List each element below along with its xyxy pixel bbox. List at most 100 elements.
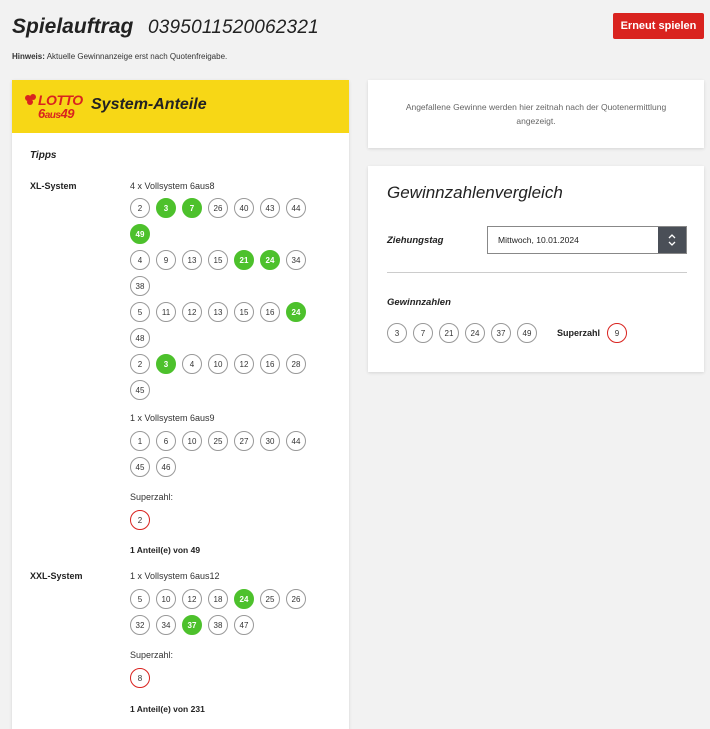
number-ball: 25 xyxy=(260,589,280,609)
xl-system-desc-6aus9: 1 x Vollsystem 6aus9 xyxy=(130,413,215,423)
number-ball: 24 xyxy=(286,302,306,322)
number-ball: 3 xyxy=(156,198,176,218)
number-ball: 30 xyxy=(260,431,280,451)
number-ball: 21 xyxy=(234,250,254,270)
number-ball: 13 xyxy=(182,250,202,270)
number-ball: 47 xyxy=(234,615,254,635)
select-arrows-icon[interactable] xyxy=(658,227,686,253)
number-ball: 38 xyxy=(130,276,150,296)
number-ball: 44 xyxy=(286,431,306,451)
number-ball: 44 xyxy=(286,198,306,218)
winning-numbers-label: Gewinnzahlen xyxy=(387,297,451,308)
number-ball: 12 xyxy=(182,589,202,609)
number-ball: 5 xyxy=(130,589,150,609)
number-ball: 43 xyxy=(260,198,280,218)
winning-numbers-compare-card: Gewinnzahlenvergleich Ziehungstag Mittwo… xyxy=(368,166,704,372)
number-ball: 12 xyxy=(182,302,202,322)
xl-system-desc-6aus8: 4 x Vollsystem 6aus8 xyxy=(130,181,215,191)
number-ball: 11 xyxy=(156,302,176,322)
card-title: System-Anteile xyxy=(91,96,207,113)
number-ball: 3 xyxy=(156,354,176,374)
number-ball: 10 xyxy=(182,431,202,451)
number-ball: 18 xyxy=(208,589,228,609)
number-ball: 2 xyxy=(130,198,150,218)
logo-aus: aus xyxy=(44,110,61,121)
number-ball: 7 xyxy=(413,323,433,343)
number-ball: 16 xyxy=(260,302,280,322)
number-ball: 15 xyxy=(208,250,228,270)
xxl-superzahl-ball: 8 xyxy=(130,668,150,688)
order-number: 0395011520062321 xyxy=(148,17,319,38)
number-ball: 26 xyxy=(208,198,228,218)
number-ball: 26 xyxy=(286,589,306,609)
info-card: Angefallene Gewinne werden hier zeitnah … xyxy=(368,80,704,148)
number-ball: 16 xyxy=(260,354,280,374)
number-ball: 32 xyxy=(130,615,150,635)
number-ball: 40 xyxy=(234,198,254,218)
page-header: Spielauftrag 0395011520062321 Erneut spi… xyxy=(0,0,710,75)
number-ball: 49 xyxy=(130,224,150,244)
number-ball: 24 xyxy=(465,323,485,343)
logo-six: 6 xyxy=(38,106,45,121)
number-ball: 2 xyxy=(130,354,150,374)
number-ball: 13 xyxy=(208,302,228,322)
xxl-superzahl-label: Superzahl: xyxy=(130,650,174,660)
xl-superzahl-ball: 2 xyxy=(130,510,150,530)
number-ball: 24 xyxy=(260,250,280,270)
number-ball: 28 xyxy=(286,354,306,374)
sixaus-word: 6aus49 xyxy=(38,106,74,121)
number-ball: 38 xyxy=(208,615,228,635)
number-ball: 49 xyxy=(517,323,537,343)
replay-button[interactable]: Erneut spielen xyxy=(613,13,704,39)
number-ball: 15 xyxy=(234,302,254,322)
draw-day-value: Mittwoch, 10.01.2024 xyxy=(498,235,579,245)
number-ball: 5 xyxy=(130,302,150,322)
chevron-up-down-icon xyxy=(668,234,676,246)
number-ball: 25 xyxy=(208,431,228,451)
divider xyxy=(387,272,687,273)
xl-share-count: 1 Anteil(e) von 49 xyxy=(130,545,201,555)
xxl-system-desc: 1 x Vollsystem 6aus12 xyxy=(130,571,220,581)
number-ball: 37 xyxy=(491,323,511,343)
number-ball: 37 xyxy=(182,615,202,635)
xl-superzahl-label: Superzahl: xyxy=(130,492,174,502)
number-ball: 24 xyxy=(234,589,254,609)
number-ball: 48 xyxy=(130,328,150,348)
number-ball: 9 xyxy=(156,250,176,270)
draw-day-select[interactable]: Mittwoch, 10.01.2024 xyxy=(487,226,687,254)
number-ball: 21 xyxy=(439,323,459,343)
number-ball: 3 xyxy=(387,323,407,343)
system-shares-card: LOTTO 6aus49 System-Anteile Tipps XL-Sys… xyxy=(12,80,349,729)
hint-label: Hinweis: xyxy=(12,52,45,61)
number-ball: 34 xyxy=(286,250,306,270)
number-ball: 10 xyxy=(156,589,176,609)
tipps-label: Tipps xyxy=(30,150,57,161)
number-ball: 6 xyxy=(156,431,176,451)
number-ball: 7 xyxy=(182,198,202,218)
number-ball: 4 xyxy=(182,354,202,374)
xl-system-label: XL-System xyxy=(30,181,77,191)
logo-49: 49 xyxy=(60,106,74,121)
xxl-system-label: XXL-System xyxy=(30,571,83,581)
info-text: Angefallene Gewinne werden hier zeitnah … xyxy=(405,102,667,126)
number-ball: 1 xyxy=(130,431,150,451)
clover-icon xyxy=(25,94,36,105)
hint-text: Hinweis: Aktuelle Gewinnanzeige erst nac… xyxy=(12,52,227,61)
draw-day-label: Ziehungstag xyxy=(387,235,444,246)
page-title: Spielauftrag xyxy=(12,15,134,38)
number-ball: 10 xyxy=(208,354,228,374)
number-ball: 46 xyxy=(156,457,176,477)
number-ball: 34 xyxy=(156,615,176,635)
compare-superzahl-ball: 9 xyxy=(607,323,627,343)
compare-superzahl-label: Superzahl xyxy=(557,328,601,338)
number-ball: 45 xyxy=(130,380,150,400)
compare-title: Gewinnzahlenvergleich xyxy=(387,183,563,202)
xxl-share-count: 1 Anteil(e) von 231 xyxy=(130,704,205,714)
number-ball: 12 xyxy=(234,354,254,374)
number-ball: 45 xyxy=(130,457,150,477)
number-ball: 4 xyxy=(130,250,150,270)
card-header: LOTTO 6aus49 System-Anteile xyxy=(12,80,349,133)
number-ball: 27 xyxy=(234,431,254,451)
lotto-logo: LOTTO 6aus49 xyxy=(24,92,88,122)
hint-message: Aktuelle Gewinnanzeige erst nach Quotenf… xyxy=(44,52,228,61)
